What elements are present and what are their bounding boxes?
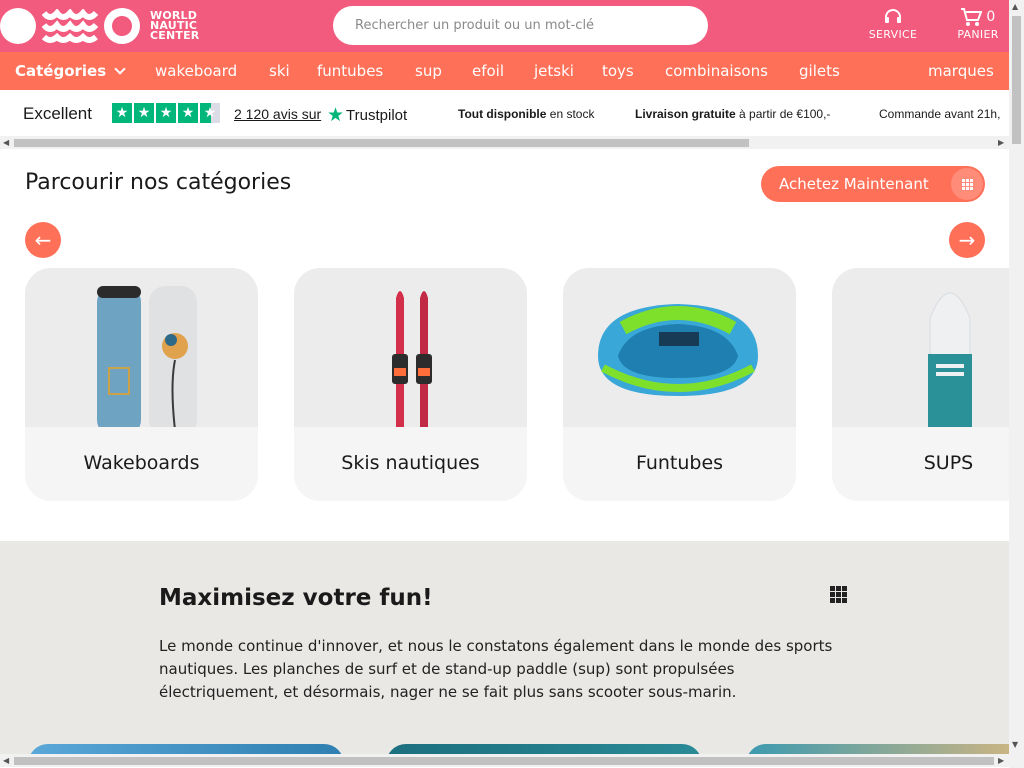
- arrow-left-icon: ←: [34, 228, 52, 252]
- main-nav: Catégories wakeboard ski funtubes sup ef…: [0, 52, 1009, 90]
- ski-image: [294, 268, 527, 438]
- nav-item-jetski[interactable]: jetski: [534, 62, 574, 80]
- cart-count: 0: [986, 9, 996, 25]
- carousel-prev-button[interactable]: ←: [25, 222, 61, 258]
- nav-item-toys[interactable]: toys: [602, 62, 634, 80]
- usp-stock-text: en stock: [549, 107, 595, 121]
- card-label: Skis nautiques: [341, 452, 480, 474]
- nav-item-gilets[interactable]: gilets: [799, 62, 840, 80]
- usp-order-text: Commande avant 21h,: [879, 107, 1001, 121]
- categories-title: Parcourir nos catégories: [25, 170, 292, 195]
- fun-section: Maximisez votre fun! Le monde continue d…: [0, 541, 1024, 764]
- nav-item-ski[interactable]: ski: [269, 62, 290, 80]
- usp-order-time: Commande avant 21h,: [879, 107, 1000, 121]
- category-card-wakeboards[interactable]: Wakeboards: [25, 268, 258, 501]
- nav-item-sup[interactable]: sup: [415, 62, 442, 80]
- site-logo[interactable]: WORLD NAUTIC CENTER: [0, 6, 199, 46]
- grid-icon: [830, 586, 847, 603]
- top-header: WORLD NAUTIC CENTER Rechercher un produi…: [0, 0, 1009, 52]
- usp-stock: Tout disponible en stock: [458, 107, 594, 121]
- scrollbar-thumb[interactable]: [14, 139, 749, 147]
- trust-bar: Excellent ★ ★ ★ ★ ★ 2 120 avis sur ★ Tru…: [0, 90, 1009, 136]
- scroll-right-icon[interactable]: ▶: [998, 756, 1004, 765]
- horizontal-scrollbar[interactable]: ◀ ▶: [0, 136, 1009, 149]
- scrollbar-thumb[interactable]: [14, 757, 994, 765]
- search-input[interactable]: Rechercher un produit ou un mot-clé: [333, 6, 708, 45]
- trustpilot-label: Trustpilot: [346, 107, 408, 124]
- card-label: SUPS: [923, 452, 974, 474]
- bottom-horizontal-scrollbar[interactable]: ◀ ▶: [0, 754, 1009, 767]
- trustpilot-stars: ★ ★ ★ ★ ★: [112, 103, 220, 123]
- card-label: Wakeboards: [83, 452, 200, 474]
- fun-title: Maximisez votre fun!: [159, 585, 433, 611]
- categories-menu[interactable]: Catégories: [15, 62, 126, 80]
- scroll-left-icon[interactable]: ◀: [3, 756, 9, 765]
- rating-word: Excellent: [23, 104, 92, 123]
- category-card-skis-nautiques[interactable]: Skis nautiques: [294, 268, 527, 501]
- cart-label: PANIER: [957, 28, 999, 41]
- carousel-next-button[interactable]: →: [949, 222, 985, 258]
- half-star-icon: ★: [200, 103, 220, 123]
- service-label: SERVICE: [868, 28, 918, 41]
- logo-waves-icon: [42, 9, 98, 43]
- grid-icon: [951, 168, 983, 200]
- star-icon: ★: [156, 103, 176, 123]
- star-icon: ★: [178, 103, 198, 123]
- buy-now-label: Achetez Maintenant: [779, 175, 929, 193]
- usp-shipping-text: à partir de €100,-: [739, 107, 831, 121]
- cart-row: 0: [960, 6, 995, 28]
- buy-now-button[interactable]: Achetez Maintenant: [761, 166, 985, 202]
- trustpilot-star-icon: ★: [327, 105, 345, 126]
- trustpilot-logo[interactable]: ★ Trustpilot: [327, 104, 407, 127]
- card-label: Funtubes: [635, 452, 724, 474]
- sup-image: [832, 268, 1009, 439]
- scroll-down-icon[interactable]: ▼: [1012, 740, 1018, 749]
- category-carousel: Wakeboards Skis nautiques Funtubes SUPS: [0, 268, 1009, 501]
- usp-shipping-bold: Livraison gratuite: [635, 107, 736, 121]
- cart-button[interactable]: 0 PANIER: [954, 6, 1002, 41]
- nav-item-efoil[interactable]: efoil: [472, 62, 504, 80]
- chevron-down-icon: [114, 63, 126, 75]
- funtube-image: [563, 268, 796, 427]
- scroll-up-icon[interactable]: ▲: [1012, 2, 1018, 11]
- category-card-funtubes[interactable]: Funtubes: [563, 268, 796, 501]
- scrollbar-thumb[interactable]: [1012, 16, 1021, 144]
- search-placeholder: Rechercher un produit ou un mot-clé: [355, 18, 595, 33]
- usp-stock-bold: Tout disponible: [458, 107, 547, 121]
- wakeboard-image: [25, 268, 258, 436]
- nav-item-wakeboard[interactable]: wakeboard: [155, 62, 237, 80]
- logo-line-3: CENTER: [150, 29, 200, 42]
- nav-item-funtubes[interactable]: funtubes: [317, 62, 383, 80]
- logo-text: WORLD NAUTIC CENTER: [150, 10, 200, 42]
- headset-icon: [883, 6, 903, 28]
- arrow-right-icon: →: [958, 228, 976, 252]
- scroll-right-icon[interactable]: ▶: [998, 138, 1004, 147]
- nav-item-combinaisons[interactable]: combinaisons: [665, 62, 768, 80]
- service-button[interactable]: SERVICE: [866, 6, 920, 41]
- logo-circle: [0, 8, 36, 44]
- reviews-link[interactable]: 2 120 avis sur: [234, 106, 321, 122]
- cart-icon: [961, 8, 983, 26]
- nav-item-marques[interactable]: marques: [928, 62, 994, 80]
- logo-ring: [104, 8, 140, 44]
- star-icon: ★: [134, 103, 154, 123]
- vertical-scrollbar[interactable]: ▲ ▼: [1009, 0, 1024, 768]
- fun-body-text: Le monde continue d'innover, et nous le …: [159, 637, 833, 701]
- scroll-left-icon[interactable]: ◀: [3, 138, 9, 147]
- category-card-sups[interactable]: SUPS: [832, 268, 1009, 501]
- star-icon: ★: [112, 103, 132, 123]
- usp-shipping: Livraison gratuite à partir de €100,-: [635, 107, 830, 121]
- categories-label: Catégories: [15, 62, 107, 80]
